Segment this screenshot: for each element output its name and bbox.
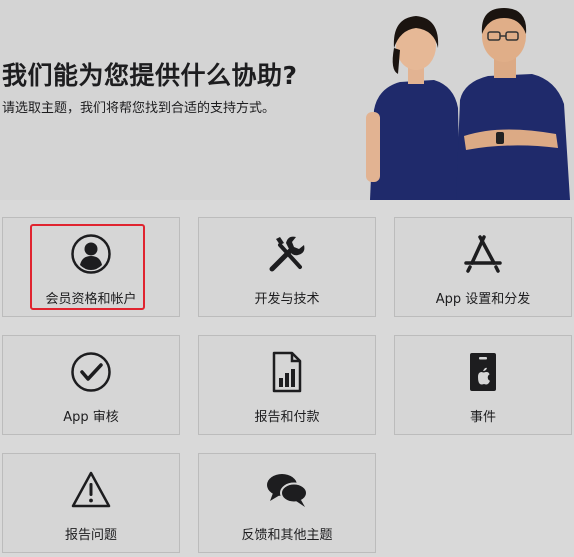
chart-document-icon	[265, 350, 309, 394]
topic-label: 开发与技术	[254, 292, 320, 307]
topic-label: 反馈和其他主题	[241, 528, 333, 543]
warning-triangle-icon	[69, 468, 113, 512]
tools-icon	[265, 232, 309, 276]
topic-label: App 设置和分发	[435, 292, 531, 307]
topic-feedback-other[interactable]: 反馈和其他主题	[198, 453, 376, 553]
topic-report-problem[interactable]: 报告问题	[2, 453, 180, 553]
topic-label: 报告和付款	[254, 410, 320, 425]
topic-label: 事件	[469, 410, 496, 425]
topic-label: 会员资格和帐户	[45, 292, 137, 307]
support-staff-photo	[366, 8, 570, 200]
apple-badge-icon	[461, 350, 505, 394]
topic-events[interactable]: 事件	[394, 335, 572, 435]
topic-app-review[interactable]: App 审核	[2, 335, 180, 435]
topic-development-technology[interactable]: 开发与技术	[198, 217, 376, 317]
page-title: 我们能为您提供什么协助?	[2, 61, 298, 90]
page-subtitle: 请选取主题，我们将帮您找到合适的支持方式。	[2, 101, 276, 116]
person-circle-icon	[69, 232, 113, 276]
topic-membership-account[interactable]: 会员资格和帐户	[2, 217, 180, 317]
topic-label: App 审核	[63, 410, 119, 425]
app-store-icon	[461, 232, 505, 276]
topic-app-setup-distribution[interactable]: App 设置和分发	[394, 217, 572, 317]
hero-banner: 我们能为您提供什么协助? 请选取主题，我们将帮您找到合适的支持方式。	[0, 0, 574, 200]
speech-bubbles-icon	[265, 468, 309, 512]
topic-label: 报告问题	[64, 528, 117, 543]
checkmark-circle-icon	[69, 350, 113, 394]
topic-reports-payments[interactable]: 报告和付款	[198, 335, 376, 435]
